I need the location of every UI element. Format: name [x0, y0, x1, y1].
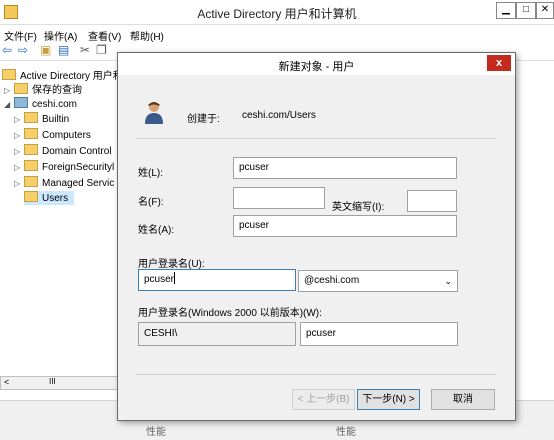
full-name-field[interactable]: pcuser: [233, 215, 457, 237]
folder-icon: [24, 160, 38, 171]
next-button[interactable]: 下一步(N) >: [357, 389, 420, 410]
folder-icon: [24, 128, 38, 139]
expand-icon[interactable]: ▷: [14, 161, 22, 175]
tree-item-computers[interactable]: ▷ Computers: [14, 128, 91, 142]
created-in-label: 创建于:: [187, 114, 220, 125]
legacy-logon-name-field[interactable]: pcuser: [300, 322, 458, 346]
menu-file[interactable]: 文件(F): [4, 28, 37, 43]
back-button[interactable]: < 上一步(B): [292, 389, 355, 410]
legacy-domain-field: CESHI\: [138, 322, 296, 346]
minimize-button[interactable]: ▁: [496, 2, 516, 19]
folder-icon: [24, 176, 38, 187]
back-arrow-icon[interactable]: ⇦: [2, 44, 14, 56]
tree-root[interactable]: Active Directory 用户和: [2, 69, 123, 83]
upn-suffix-select[interactable]: @ceshi.com ⌄: [298, 270, 458, 292]
separator: [136, 138, 496, 139]
new-user-dialog: 新建对象 - 用户 x 创建于: ceshi.com/Users 姓(L): p…: [117, 52, 516, 421]
folder-icon: [24, 191, 38, 202]
copy-icon[interactable]: ❐: [96, 44, 108, 56]
separator: [136, 374, 496, 375]
tree-item-domain-controllers[interactable]: ▷ Domain Control: [14, 144, 111, 158]
expand-icon[interactable]: ▷: [14, 177, 22, 191]
cancel-button[interactable]: 取消: [431, 389, 495, 410]
text-caret: [174, 272, 176, 284]
tree-item-users[interactable]: Users: [24, 191, 75, 205]
window-close-button[interactable]: ✕: [536, 2, 554, 19]
forward-arrow-icon[interactable]: ⇨: [18, 44, 30, 56]
folder-icon: [14, 83, 28, 94]
expand-icon[interactable]: ▷: [14, 113, 22, 127]
domain-icon: [14, 97, 28, 108]
created-in-value: ceshi.com/Users: [242, 110, 316, 121]
dialog-title: 新建对象 - 用户: [278, 61, 355, 73]
scroll-left-arrow[interactable]: <: [4, 377, 9, 387]
folder-up-icon[interactable]: ▣: [40, 44, 52, 56]
tree-item-managed-service[interactable]: ▷ Managed Servic: [14, 176, 114, 190]
window-titlebar: Active Directory 用户和计算机 ▁ □ ✕: [0, 0, 554, 25]
expand-icon[interactable]: ▷: [14, 129, 22, 143]
full-name-label: 姓名(A):: [138, 225, 175, 236]
last-name-field[interactable]: pcuser: [233, 157, 457, 179]
expand-icon[interactable]: ▷: [4, 84, 12, 98]
status-cell: 性能: [146, 427, 166, 438]
tree-horizontal-scrollbar[interactable]: < III: [0, 376, 122, 390]
menu-action[interactable]: 操作(A): [44, 28, 77, 43]
cut-icon[interactable]: ✂: [80, 44, 92, 56]
dialog-close-button[interactable]: x: [487, 55, 511, 71]
folder-icon: [2, 69, 16, 80]
tree-saved-queries[interactable]: ▷ 保存的查询: [4, 83, 82, 97]
legacy-logon-label: 用户登录名(Windows 2000 以前版本)(W):: [138, 308, 322, 319]
first-name-field[interactable]: [233, 187, 325, 209]
chevron-down-icon: ⌄: [444, 276, 452, 286]
menu-bar: 文件(F) 操作(A) 查看(V) 帮助(H): [0, 25, 554, 43]
user-icon: [145, 102, 163, 124]
tree-item-builtin[interactable]: ▷ Builtin: [14, 112, 69, 126]
logon-name-field[interactable]: pcuser: [138, 269, 296, 291]
console-tree: Active Directory 用户和 ▷ 保存的查询 ◢ ceshi.com ▷…: [0, 62, 123, 392]
status-cell: 性能: [336, 427, 356, 438]
tree-item-foreign-security[interactable]: ▷ ForeignSecurityl: [14, 160, 114, 174]
initials-label: 英文缩写(I):: [332, 202, 385, 213]
logon-name-label: 用户登录名(U):: [138, 259, 205, 270]
maximize-button[interactable]: □: [516, 2, 536, 19]
tree-domain[interactable]: ◢ ceshi.com: [4, 97, 77, 111]
scroll-thumb[interactable]: III: [49, 377, 56, 386]
initials-field[interactable]: [407, 190, 457, 212]
collapse-icon[interactable]: ◢: [4, 98, 12, 112]
menu-help[interactable]: 帮助(H): [130, 28, 164, 43]
menu-view[interactable]: 查看(V): [88, 28, 121, 43]
folder-icon: [24, 112, 38, 123]
folder-icon: [24, 144, 38, 155]
last-name-label: 姓(L):: [138, 168, 163, 179]
dialog-body: 创建于: ceshi.com/Users 姓(L): pcuser 名(F): …: [118, 75, 515, 420]
expand-icon[interactable]: ▷: [14, 145, 22, 159]
first-name-label: 名(F):: [138, 197, 164, 208]
dialog-titlebar: 新建对象 - 用户 x: [118, 53, 515, 75]
show-tree-icon[interactable]: ▤: [58, 44, 70, 56]
window-title: Active Directory 用户和计算机: [197, 7, 357, 21]
